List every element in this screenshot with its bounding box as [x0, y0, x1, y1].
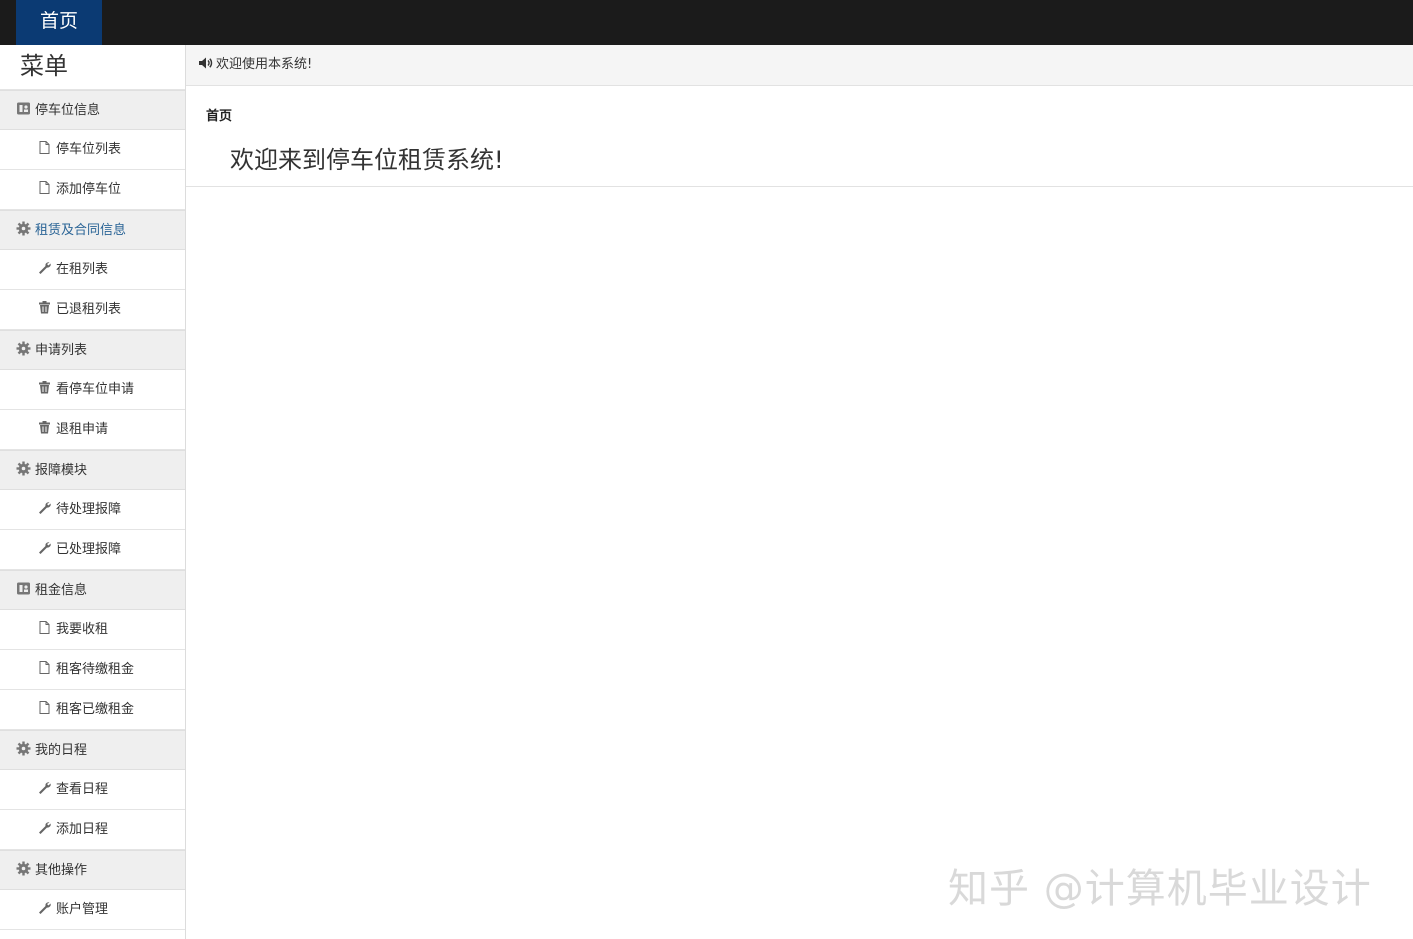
sidebar-group-rent-info[interactable]: 租金信息 — [0, 570, 185, 610]
gear-icon — [16, 213, 31, 236]
home-tab[interactable]: 首页 — [16, 0, 102, 45]
address-card-icon — [16, 573, 31, 595]
breadcrumb[interactable]: 首页 — [206, 105, 232, 124]
gear-icon — [16, 853, 31, 876]
sidebar-group-label: 停车位信息 — [35, 103, 101, 118]
trash-icon — [37, 412, 52, 434]
top-navbar: 首页 — [0, 0, 1413, 45]
sidebar-item-add-parking[interactable]: 添加停车位 — [0, 170, 185, 210]
file-icon — [37, 652, 52, 674]
sidebar-item-label: 在租列表 — [56, 262, 109, 277]
wrench-icon — [37, 252, 52, 274]
wrench-icon — [37, 892, 52, 914]
volume-icon — [197, 48, 213, 69]
sidebar-item-label: 租客待缴租金 — [56, 662, 135, 677]
sidebar-group-my-schedule[interactable]: 我的日程 — [0, 730, 185, 770]
sidebar-item-termination-applications[interactable]: 退租申请 — [0, 410, 185, 450]
sidebar-item-account-management[interactable]: 账户管理 — [0, 890, 185, 930]
sidebar-item-label: 停车位列表 — [56, 142, 122, 157]
gear-icon — [16, 733, 31, 756]
file-icon — [37, 692, 52, 714]
notice-bar: 欢迎使用本系统! — [186, 45, 1413, 86]
sidebar-item-parking-list[interactable]: 停车位列表 — [0, 130, 185, 170]
sidebar-group-lease-contract[interactable]: 租赁及合同信息 — [0, 210, 185, 250]
sidebar-item-label: 账户管理 — [56, 902, 109, 917]
trash-icon — [37, 372, 52, 394]
wrench-icon — [37, 532, 52, 554]
sidebar-group-other-operations[interactable]: 其他操作 — [0, 850, 185, 890]
sidebar-item-label: 已处理报障 — [56, 542, 122, 557]
address-card-icon — [16, 93, 31, 115]
sidebar-group-label: 租赁及合同信息 — [35, 223, 127, 238]
sidebar-item-handled-faults[interactable]: 已处理报障 — [0, 530, 185, 570]
sidebar-group-label: 报障模块 — [35, 463, 88, 478]
sidebar-group-label: 申请列表 — [35, 343, 88, 358]
sidebar-item-ended-lease-list[interactable]: 已退租列表 — [0, 290, 185, 330]
sidebar-item-label: 查看日程 — [56, 782, 109, 797]
sidebar-group-parking-info[interactable]: 停车位信息 — [0, 90, 185, 130]
sidebar-item-view-schedule[interactable]: 查看日程 — [0, 770, 185, 810]
sidebar-item-pending-faults[interactable]: 待处理报障 — [0, 490, 185, 530]
sidebar-item-add-schedule[interactable]: 添加日程 — [0, 810, 185, 850]
sidebar-group-applications[interactable]: 申请列表 — [0, 330, 185, 370]
sidebar-group-label: 租金信息 — [35, 583, 88, 598]
sidebar-item-label: 添加停车位 — [56, 182, 122, 197]
sidebar-item-unpaid-rent[interactable]: 租客待缴租金 — [0, 650, 185, 690]
sidebar-item-viewing-applications[interactable]: 看停车位申请 — [0, 370, 185, 410]
sidebar-item-label: 看停车位申请 — [56, 382, 135, 397]
wrench-icon — [37, 492, 52, 514]
gear-icon — [16, 333, 31, 356]
sidebar-item-renting-list[interactable]: 在租列表 — [0, 250, 185, 290]
welcome-heading: 欢迎来到停车位租赁系统! — [230, 146, 504, 174]
sidebar-item-collect-rent[interactable]: 我要收租 — [0, 610, 185, 650]
wrench-icon — [37, 812, 52, 834]
file-icon — [37, 132, 52, 154]
sidebar-item-label: 我要收租 — [56, 622, 109, 637]
sidebar-item-label: 退租申请 — [56, 422, 109, 437]
sidebar-item-label: 租客已缴租金 — [56, 702, 135, 717]
sidebar-item-label: 添加日程 — [56, 822, 109, 837]
file-icon — [37, 172, 52, 194]
sidebar-item-paid-rent[interactable]: 租客已缴租金 — [0, 690, 185, 730]
sidebar-group-label: 我的日程 — [35, 743, 88, 758]
trash-icon — [37, 292, 52, 314]
notice-text: 欢迎使用本系统! — [216, 57, 313, 72]
main-content: 首页 欢迎来到停车位租赁系统! — [186, 86, 1413, 187]
file-icon — [37, 612, 52, 634]
sidebar-group-fault-reports[interactable]: 报障模块 — [0, 450, 185, 490]
sidebar: 菜单 停车位信息 停车位列表 添加停车位 租赁及合同信息 在租列表 已退租列表 … — [0, 45, 186, 939]
sidebar-item-label: 已退租列表 — [56, 302, 122, 317]
gear-icon — [16, 453, 31, 476]
menu-title: 菜单 — [0, 45, 185, 90]
watermark: 知乎 @计算机毕业设计 — [948, 866, 1372, 912]
sidebar-item-label: 待处理报障 — [56, 502, 122, 517]
wrench-icon — [37, 772, 52, 794]
sidebar-group-label: 其他操作 — [35, 863, 88, 878]
